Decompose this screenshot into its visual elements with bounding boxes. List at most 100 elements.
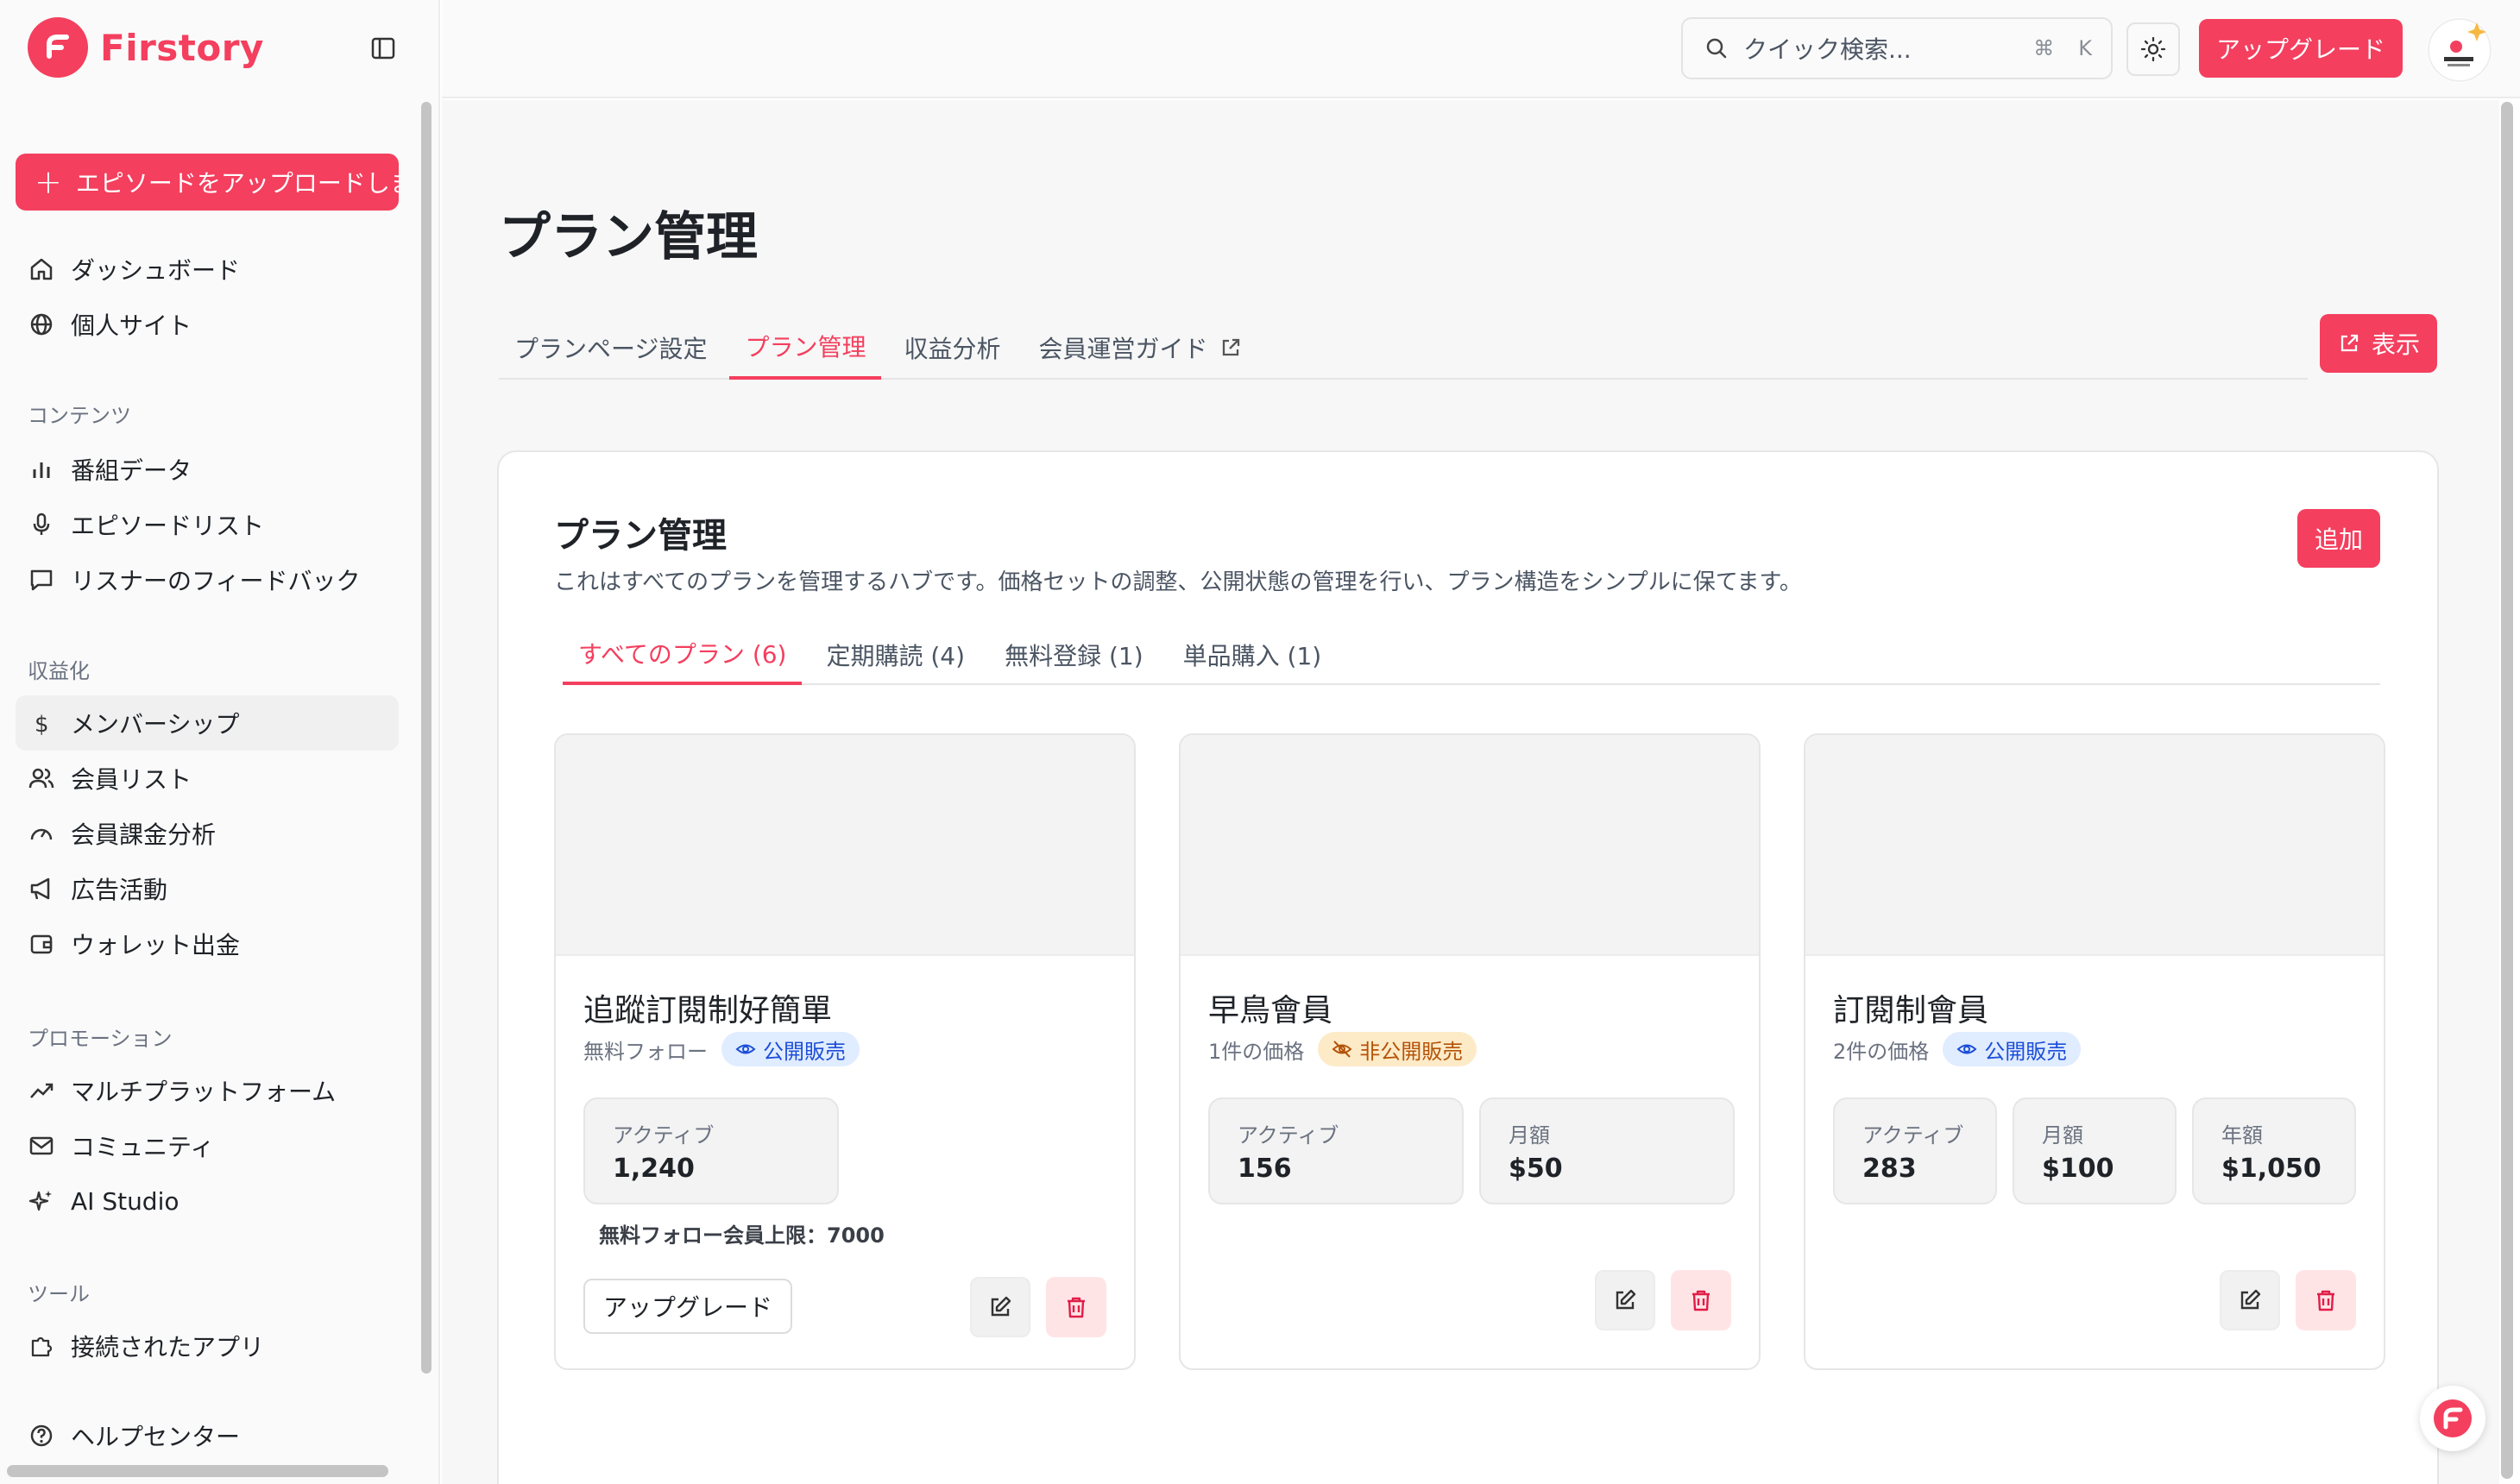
- status-badge-label: 非公開販売: [1359, 1039, 1464, 1064]
- stat-label: アクティブ: [613, 1123, 715, 1148]
- plan-upgrade-button[interactable]: アップグレード: [583, 1279, 792, 1334]
- sidebar-item-connected-apps[interactable]: 接続されたアプリ: [16, 1318, 399, 1374]
- upgrade-button[interactable]: アップグレード: [2199, 19, 2403, 78]
- stat-yearly: 年額 $1,050: [2192, 1097, 2356, 1204]
- status-badge-label: 公開販売: [1984, 1039, 2068, 1064]
- sidebar-item-dashboard[interactable]: ダッシュボード: [16, 242, 399, 297]
- upload-episode-label: エピソードをアップロードしましょう: [75, 169, 399, 198]
- mail-icon: [29, 1136, 54, 1155]
- sidebar-item-episode-list[interactable]: エピソードリスト: [16, 497, 399, 552]
- trash-icon: [1068, 1297, 1085, 1318]
- view-button[interactable]: 表示: [2320, 314, 2437, 373]
- theme-toggle-button[interactable]: [2126, 22, 2180, 76]
- sidebar-item-label: 個人サイト: [71, 311, 192, 340]
- tab-member-guide[interactable]: 会員運営ガイド: [1023, 316, 1257, 380]
- firstory-chat-button[interactable]: [2420, 1386, 2485, 1451]
- sidebar-scrollbar-vertical[interactable]: [421, 102, 432, 1374]
- sidebar: Firstory + エピソードをアップロードしましょう ダッシュボード 個人サ…: [0, 0, 440, 1484]
- sidebar-item-billing-analysis[interactable]: 会員課金分析: [16, 806, 399, 861]
- home-icon: [30, 258, 53, 280]
- plan-cover-image: [1805, 735, 2384, 956]
- plan-card[interactable]: 早鳥會員 1件の価格 非公開販売 アクティブ 156 月額 $50: [1179, 733, 1761, 1370]
- sidebar-item-help-center[interactable]: ヘルプセンター: [16, 1408, 399, 1463]
- tab-all-plans[interactable]: すべてのプラン (6): [563, 625, 803, 685]
- plan-filter-tabs: すべてのプラン (6) 定期購読 (4) 無料登録 (1) 単品購入 (1): [563, 625, 2380, 685]
- plan-card[interactable]: 訂閱制會員 2件の価格 公開販売 アクティブ 283 月額 $100 年額 $1…: [1804, 733, 2385, 1370]
- puzzle-icon: [31, 1336, 53, 1357]
- page-tabs: プランページ設定 プラン管理 収益分析 会員運営ガイド: [499, 316, 2308, 380]
- sidebar-item-personal-site[interactable]: 個人サイト: [16, 297, 399, 352]
- plan-card[interactable]: 追蹤訂閱制好簡單 無料フォロー 公開販売 アクティブ 1,240 無料フォロー会…: [554, 733, 1136, 1370]
- main-scrollbar[interactable]: [2501, 102, 2513, 1479]
- sidebar-toggle-icon[interactable]: [366, 31, 400, 66]
- sidebar-item-label: ヘルプセンター: [71, 1423, 241, 1451]
- stat-value: $1,050: [2221, 1154, 2322, 1184]
- plan-name: 訂閱制會員: [1833, 993, 1989, 1028]
- tab-single-purchase[interactable]: 単品購入 (1): [1168, 625, 1338, 685]
- stat-value: 156: [1238, 1154, 1292, 1184]
- upload-episode-button[interactable]: + エピソードをアップロードしましょう: [16, 154, 399, 211]
- tab-subscription[interactable]: 定期購読 (4): [810, 625, 980, 685]
- bar-chart-icon: [33, 462, 50, 478]
- view-button-label: 表示: [2371, 330, 2420, 359]
- sidebar-scrollbar-horizontal[interactable]: [7, 1465, 388, 1477]
- avatar-image-icon: [2428, 18, 2492, 82]
- sidebar-item-ad-activity[interactable]: 広告活動: [16, 861, 399, 916]
- section-label-content: コンテンツ: [28, 404, 131, 428]
- stat-label: アクティブ: [1862, 1123, 1964, 1148]
- stat-monthly: 月額 $50: [1479, 1097, 1735, 1204]
- sidebar-item-multiplatform[interactable]: マルチプラットフォーム: [16, 1063, 399, 1118]
- section-label-tools: ツール: [28, 1282, 90, 1306]
- add-plan-button[interactable]: 追加: [2297, 509, 2380, 568]
- globe-icon: [30, 313, 53, 336]
- eye-off-icon: [1332, 1041, 1352, 1058]
- avatar[interactable]: [2427, 17, 2492, 83]
- sidebar-item-label: AI Studio: [71, 1186, 180, 1216]
- gauge-icon: [30, 828, 53, 840]
- sidebar-item-wallet[interactable]: ウォレット出金: [16, 916, 399, 972]
- tab-plan-page-settings[interactable]: プランページ設定: [499, 316, 722, 380]
- firstory-logo-icon: [28, 17, 88, 78]
- sidebar-item-label: リスナーのフィードバック: [71, 567, 361, 595]
- edit-icon: [2240, 1289, 2261, 1310]
- stat-label: アクティブ: [1238, 1123, 1339, 1148]
- trash-icon: [2317, 1290, 2334, 1311]
- delete-plan-button[interactable]: [1046, 1277, 1106, 1337]
- edit-plan-button[interactable]: [1595, 1270, 1655, 1330]
- tab-plan-management[interactable]: プラン管理: [729, 316, 882, 380]
- tab-member-guide-label: 会員運営ガイド: [1038, 335, 1208, 363]
- edit-plan-button[interactable]: [2220, 1270, 2280, 1330]
- stat-label: 年額: [2221, 1123, 2263, 1148]
- sidebar-item-label: 接続されたアプリ: [71, 1333, 265, 1361]
- search-icon: [1706, 38, 1727, 59]
- microphone-icon: [33, 512, 50, 535]
- logo[interactable]: Firstory: [28, 17, 264, 78]
- tab-revenue-analysis[interactable]: 収益分析: [888, 316, 1016, 380]
- sidebar-item-label: マルチプラットフォーム: [71, 1078, 337, 1106]
- sidebar-item-listener-feedback[interactable]: リスナーのフィードバック: [16, 552, 399, 607]
- external-link-icon: [1222, 338, 1239, 356]
- search-input[interactable]: クイック検索... ⌘ K: [1681, 17, 2113, 79]
- delete-plan-button[interactable]: [1671, 1270, 1731, 1330]
- tab-free-signup[interactable]: 無料登録 (1): [989, 625, 1159, 685]
- plan-stats: アクティブ 1,240: [583, 1097, 839, 1204]
- edit-plan-button[interactable]: [970, 1277, 1030, 1337]
- page-title: プラン管理: [499, 207, 758, 267]
- plan-meta: 無料フォロー 公開販売: [583, 1032, 860, 1066]
- status-badge-label: 公開販売: [763, 1039, 846, 1064]
- trending-icon: [30, 1083, 54, 1098]
- sidebar-item-ai-studio[interactable]: AI Studio: [16, 1173, 399, 1229]
- free-follow-limit: 無料フォロー会員上限：7000: [599, 1223, 885, 1248]
- stat-value: 283: [1862, 1154, 1917, 1184]
- svg-text:$: $: [35, 712, 49, 737]
- message-icon: [30, 569, 53, 591]
- sidebar-item-show-data[interactable]: 番組データ: [16, 442, 399, 497]
- sidebar-item-label: エピソードリスト: [71, 512, 265, 540]
- sidebar-item-member-list[interactable]: 会員リスト: [16, 751, 399, 806]
- sidebar-item-membership[interactable]: $ メンバーシップ: [16, 695, 399, 751]
- sidebar-item-community[interactable]: コミュニティ: [16, 1118, 399, 1173]
- sidebar-item-label: 会員課金分析: [71, 821, 217, 849]
- card-title: プラン管理: [554, 516, 727, 556]
- plan-type: 無料フォロー: [583, 1039, 708, 1064]
- delete-plan-button[interactable]: [2296, 1270, 2356, 1330]
